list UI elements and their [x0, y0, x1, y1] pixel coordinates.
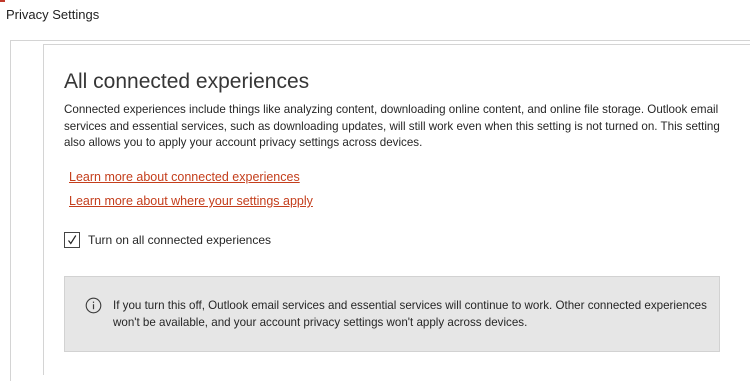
window-title: Privacy Settings: [6, 7, 100, 22]
learn-more-connected-experiences-link[interactable]: Learn more about connected experiences: [69, 170, 300, 184]
checkmark-icon: [68, 235, 77, 245]
learn-more-settings-apply-link[interactable]: Learn more about where your settings app…: [69, 194, 313, 208]
info-notice-text: If you turn this off, Outlook email serv…: [113, 299, 707, 329]
info-icon: [85, 297, 102, 319]
connected-experiences-option[interactable]: Turn on all connected experiences: [64, 232, 271, 248]
window-corner-accent: [0, 0, 5, 2]
section-description: Connected experiences include things lik…: [64, 103, 720, 149]
info-notice: If you turn this off, Outlook email serv…: [64, 276, 720, 352]
connected-experiences-label: Turn on all connected experiences: [88, 233, 271, 247]
connected-experiences-checkbox[interactable]: [64, 232, 80, 248]
section-heading: All connected experiences: [64, 70, 310, 93]
